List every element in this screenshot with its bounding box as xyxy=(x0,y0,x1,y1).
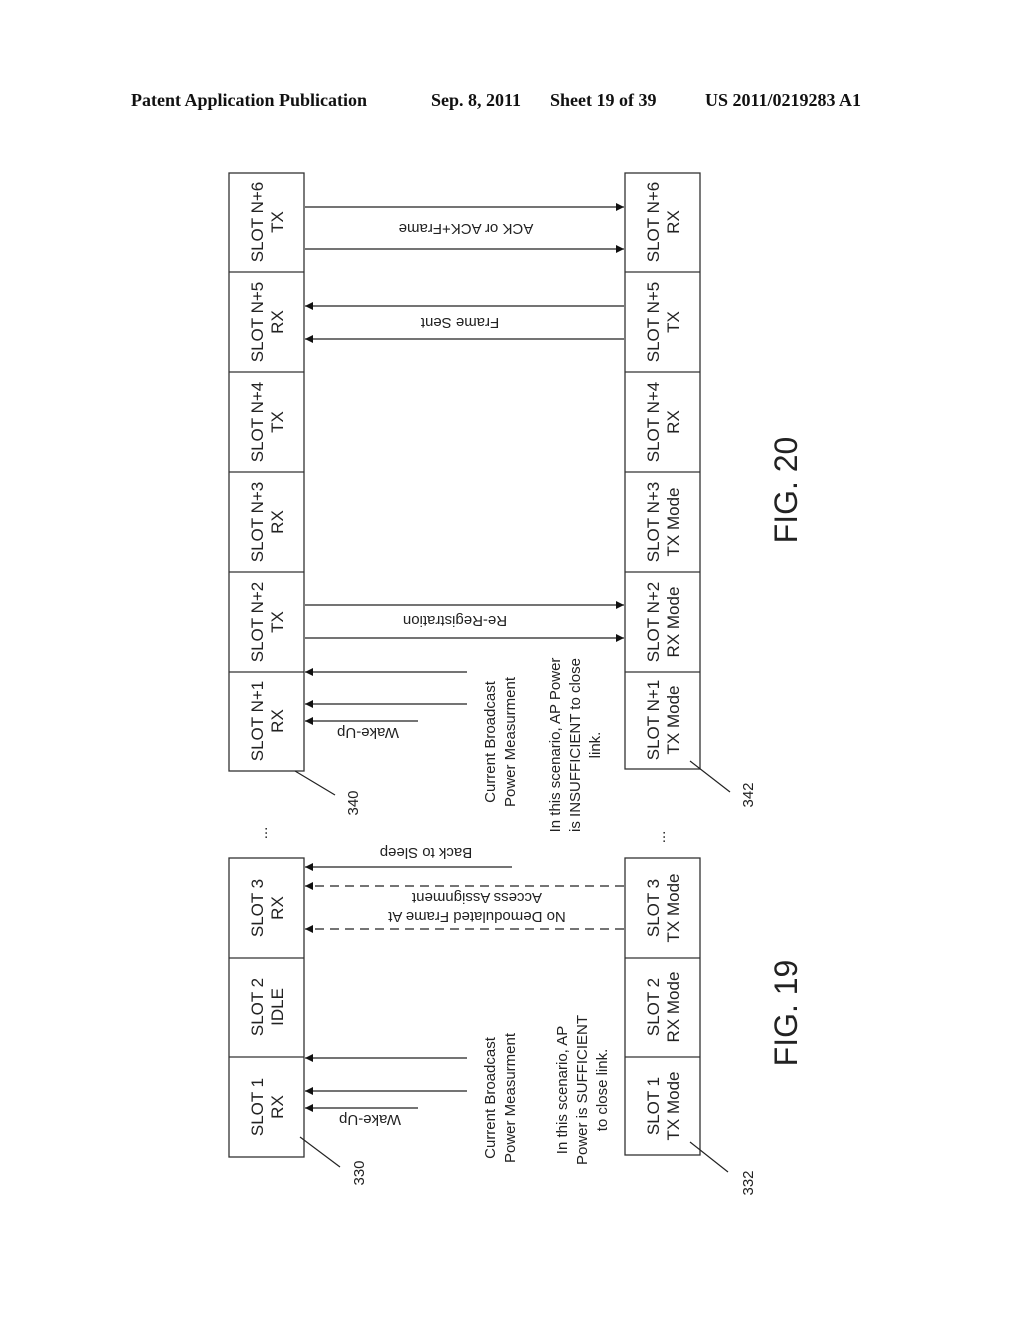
ap-ellipsis: ... xyxy=(254,827,271,840)
fig20-ack-label: ACK or ACK+Frame xyxy=(399,220,534,237)
fig20-ap-slot-2: SLOT N+2TX xyxy=(248,582,287,662)
fig20: SLOT N+1RX SLOT N+2TX SLOT N+3RX SLOT N+… xyxy=(228,172,804,833)
fig20-cbpm-label: Current Broadcast Power Measurment xyxy=(482,676,519,807)
fig19-terminal-slot-3: SLOT 3TX Mode xyxy=(644,874,683,943)
fig19: SLOT 1RX SLOT 2IDLE SLOT 3RX SLOT 1TX Mo… xyxy=(228,844,804,1196)
fig20-terminal-slot-6: SLOT N+6RX xyxy=(644,182,683,262)
fig19-note-label: In this scenario, AP Power is SUFFICIENT t… xyxy=(554,1015,611,1165)
terminal-ellipsis: ... xyxy=(652,831,669,844)
fig20-ap-slot-3: SLOT N+3RX xyxy=(248,482,287,562)
fig19-ap-slot-3: SLOT 3RX xyxy=(248,879,287,937)
fig19-ap-slot-2: SLOT 2IDLE xyxy=(248,978,287,1036)
fig20-ap-slot-4: SLOT N+4TX xyxy=(248,382,287,462)
fig19-ap-ref: 330 xyxy=(351,1160,368,1185)
fig19-no-demod-label-1: No Demodulated Frame At xyxy=(387,908,565,925)
fig19-caption: FIG. 19 xyxy=(768,960,804,1067)
fig20-ap-slot-5: SLOT N+5RX xyxy=(248,282,287,362)
fig19-ap-ref-leader xyxy=(299,1136,341,1168)
fig20-note-label: In this scenario, AP Power is INSUFFICIEN… xyxy=(547,658,604,833)
timing-diagram: SLOT N+1RX SLOT N+2TX SLOT N+3RX SLOT N+… xyxy=(228,172,804,1196)
fig20-terminal-slot-2: SLOT N+2RX Mode xyxy=(644,582,683,662)
fig19-cbpm-label: Current Broadcast Power Measurment xyxy=(482,1032,519,1163)
fig20-terminal-ref: 342 xyxy=(740,782,757,807)
fig20-terminal-slot-5: SLOT N+5TX xyxy=(644,282,683,362)
fig19-wakeup-label: Wake-Up xyxy=(339,1111,401,1128)
fig20-terminal-slot-4: SLOT N+4RX xyxy=(644,382,683,462)
fig20-terminal-slot-1: SLOT N+1TX Mode xyxy=(644,680,683,760)
fig20-reregistration-label: Re-Registration xyxy=(403,612,507,629)
fig19-terminal-slot-2: SLOT 2RX Mode xyxy=(644,972,683,1043)
fig20-ap-slot-6: SLOT N+6TX xyxy=(248,182,287,262)
fig19-terminal-slot-1: SLOT 1TX Mode xyxy=(644,1072,683,1141)
fig20-frame-sent-label: Frame Sent xyxy=(420,314,499,331)
fig20-caption: FIG. 20 xyxy=(768,437,804,544)
fig20-ap-ref: 340 xyxy=(345,790,362,815)
fig19-terminal-ref-leader xyxy=(689,1141,729,1173)
fig19-back-to-sleep-label: Back to Sleep xyxy=(380,844,473,861)
fig19-ap-slot-1: SLOT 1RX xyxy=(248,1078,287,1136)
fig20-terminal-ref-leader xyxy=(689,760,731,793)
fig20-wakeup-label: Wake-Up xyxy=(337,724,399,741)
fig19-terminal-ref: 332 xyxy=(740,1170,757,1195)
fig20-ap-ref-leader xyxy=(294,770,336,796)
fig19-no-demod-label-2: Access Assignment xyxy=(411,889,542,906)
fig20-terminal-slot-3: SLOT N+3TX Mode xyxy=(644,482,683,562)
fig20-ap-slot-1: SLOT N+1RX xyxy=(248,681,287,761)
